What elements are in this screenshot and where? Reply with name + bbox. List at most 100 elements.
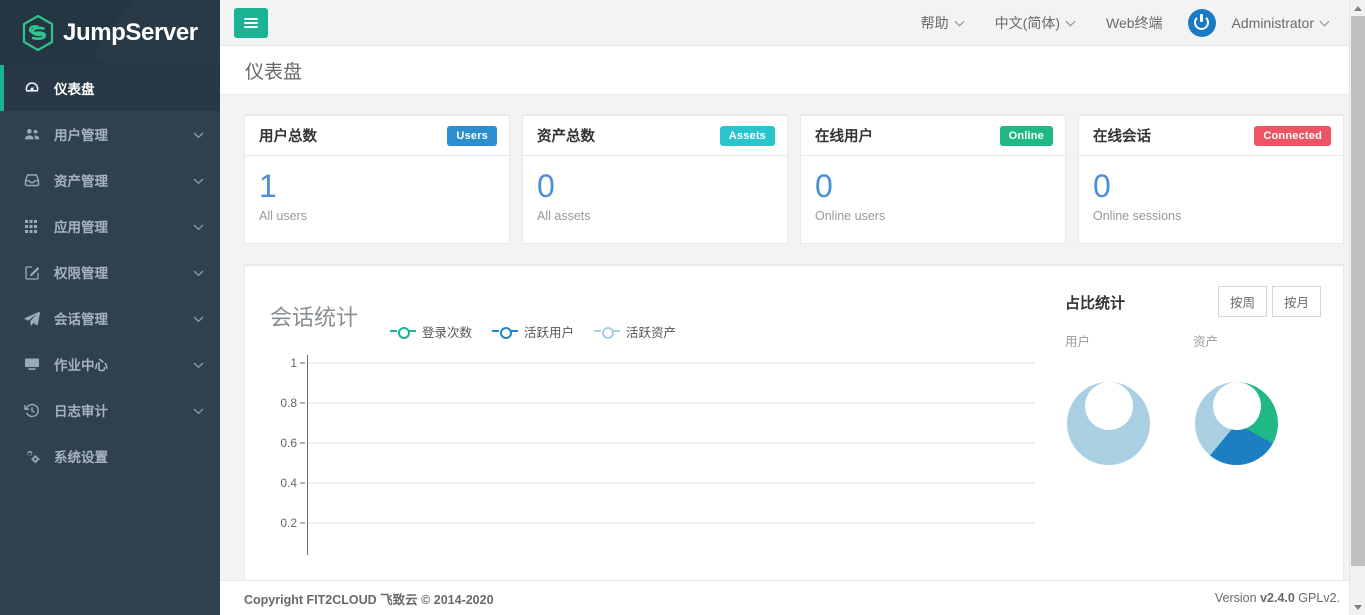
sidebar-item-label: 仪表盘 — [54, 82, 95, 97]
y-axis-tick-label: 0.6 — [280, 435, 297, 450]
gridline — [308, 482, 1034, 484]
stat-card-online-sessions: 在线会话 Connected 0 Online sessions — [1078, 114, 1344, 244]
sidebar-item-dashboard[interactable]: 仪表盘 — [0, 65, 220, 111]
sidebar: JumpServer 仪表盘 用户管理 资产管理 应用管理 权限管理 会话管理 … — [0, 0, 220, 615]
stat-card-value: 0 — [815, 168, 833, 204]
topbar-link-language[interactable]: 中文(简体) — [980, 13, 1091, 33]
status-badge: Users — [447, 125, 497, 146]
chevron-down-icon — [1067, 18, 1076, 27]
users-icon — [22, 127, 42, 141]
status-badge: Online — [999, 125, 1053, 146]
sidebar-item-log-audit[interactable]: 日志审计 — [0, 387, 220, 433]
sidebar-item-system-settings[interactable]: 系统设置 — [0, 433, 220, 479]
chevron-down-icon — [193, 219, 205, 234]
legend-label: 活跃用户 — [524, 325, 575, 340]
vertical-scrollbar[interactable] — [1349, 0, 1365, 615]
sidebar-item-label: 日志审计 — [54, 404, 108, 419]
y-axis-tick-label: 0.8 — [280, 395, 297, 410]
topbar-link-label: 中文(简体) — [994, 14, 1060, 31]
legend-item-logins[interactable]: 登录次数 — [390, 322, 472, 341]
sidebar-item-session-management[interactable]: 会话管理 — [0, 295, 220, 341]
chart-header: 会话统计 登录次数 活跃用户 活跃资产 — [245, 288, 1043, 341]
y-axis-tick-mark — [300, 482, 305, 484]
legend-item-active-assets[interactable]: 活跃资产 — [594, 322, 676, 341]
footer-version: Version v2.4.0 GPLv2. — [1215, 591, 1340, 605]
stat-card-body: 1 All users — [245, 156, 509, 243]
app-root: JumpServer 仪表盘 用户管理 资产管理 应用管理 权限管理 会话管理 … — [0, 0, 1365, 615]
terminal-screen-icon — [22, 357, 42, 371]
dashboard-icon — [22, 80, 42, 96]
user-name: Administrator — [1231, 14, 1314, 31]
user-menu[interactable]: Administrator — [1178, 8, 1345, 37]
donut-list: 用户 资产 — [1065, 331, 1343, 465]
stat-card-header: 用户总数 Users — [245, 116, 509, 156]
sidebar-item-application-management[interactable]: 应用管理 — [0, 203, 220, 249]
chevron-down-icon — [193, 173, 205, 188]
scroll-up-arrow-icon[interactable] — [1350, 0, 1365, 16]
footer: Copyright FIT2CLOUD 飞致云 © 2014-2020 Vers… — [220, 580, 1365, 615]
legend-label: 活跃资产 — [626, 325, 677, 340]
sidebar-item-label: 系统设置 — [54, 450, 108, 465]
inbox-icon — [22, 173, 42, 187]
paper-plane-icon — [22, 311, 42, 326]
power-circle-icon — [1187, 8, 1216, 37]
footer-license: GPLv2. — [1294, 591, 1340, 605]
sidebar-item-user-management[interactable]: 用户管理 — [0, 111, 220, 157]
footer-version-prefix: Version — [1214, 591, 1261, 605]
gridline — [308, 402, 1034, 404]
footer-copyright: Copyright FIT2CLOUD 飞致云 © 2014-2020 — [244, 589, 494, 608]
chart-plot-area: 1 0.8 0.6 0.4 0.2 — [245, 354, 1043, 555]
donut-assets: 资产 — [1193, 331, 1321, 465]
stat-card-body: 0 Online sessions — [1079, 156, 1343, 243]
sidebar-item-label: 作业中心 — [54, 358, 108, 373]
legend-item-active-users[interactable]: 活跃用户 — [492, 322, 574, 341]
chart-gridlines — [308, 355, 1034, 555]
stat-card-title: 在线用户 — [815, 129, 873, 145]
y-axis-tick-mark — [300, 362, 305, 364]
sidebar-item-asset-management[interactable]: 资产管理 — [0, 157, 220, 203]
topbar-link-label: Web终端 — [1105, 14, 1163, 31]
status-badge: Connected — [1254, 125, 1331, 146]
brand-name: JumpServer — [63, 18, 198, 46]
stat-card-online-users: 在线用户 Online 0 Online users — [800, 114, 1066, 244]
sidebar-item-label: 资产管理 — [54, 174, 108, 189]
legend-label: 登录次数 — [422, 325, 473, 340]
chevron-down-icon — [956, 18, 965, 27]
scroll-down-arrow-icon[interactable] — [1350, 599, 1365, 615]
gridline — [308, 522, 1034, 524]
scrollbar-thumb[interactable] — [1351, 16, 1365, 566]
donut-users: 用户 — [1065, 331, 1193, 465]
y-axis-tick-label: 0.4 — [280, 475, 297, 490]
grid-apps-icon — [22, 219, 42, 234]
legend-marker-icon — [594, 325, 621, 340]
topbar-link-web-terminal[interactable]: Web终端 — [1091, 13, 1178, 33]
brand-header[interactable]: JumpServer — [0, 0, 220, 65]
stat-card-header: 在线用户 Online — [801, 116, 1065, 156]
y-axis-tick-label: 1 — [290, 355, 297, 370]
gridline — [308, 362, 1034, 364]
footer-version-number: v2.4.0 — [1260, 591, 1295, 605]
gears-icon — [22, 449, 42, 464]
topbar-link-label: 帮助 — [920, 14, 949, 31]
y-axis-tick-mark — [300, 442, 305, 444]
legend-marker-icon — [390, 325, 417, 340]
sidebar-item-job-center[interactable]: 作业中心 — [0, 341, 220, 387]
donut-label: 资产 — [1193, 334, 1219, 349]
stat-card-subtitle: Online users — [815, 208, 886, 223]
footer-copyright-label: Copyright FIT2CLOUD 飞致云 © 2014-2020 — [244, 592, 494, 607]
sidebar-item-permission-management[interactable]: 权限管理 — [0, 249, 220, 295]
legend-marker-icon — [492, 325, 519, 340]
stat-card-header: 在线会话 Connected — [1079, 116, 1343, 156]
stat-card-subtitle: All assets — [537, 208, 591, 223]
donut-chart-assets[interactable] — [1195, 381, 1278, 465]
donut-chart-users[interactable] — [1067, 381, 1150, 465]
chevron-down-icon — [193, 265, 205, 280]
topbar-link-help[interactable]: 帮助 — [906, 13, 980, 33]
hamburger-icon[interactable] — [234, 7, 268, 38]
session-statistics-panel: 按周 按月 会话统计 登录次数 活跃用户 活跃资产 1 0.8 0.6 0.4 … — [244, 263, 1344, 584]
chevron-down-icon — [193, 311, 205, 326]
sidebar-item-label: 应用管理 — [54, 220, 108, 235]
stat-card-title: 资产总数 — [537, 129, 595, 145]
y-axis-tick-mark — [300, 402, 305, 404]
chart-title: 会话统计 — [270, 304, 359, 330]
